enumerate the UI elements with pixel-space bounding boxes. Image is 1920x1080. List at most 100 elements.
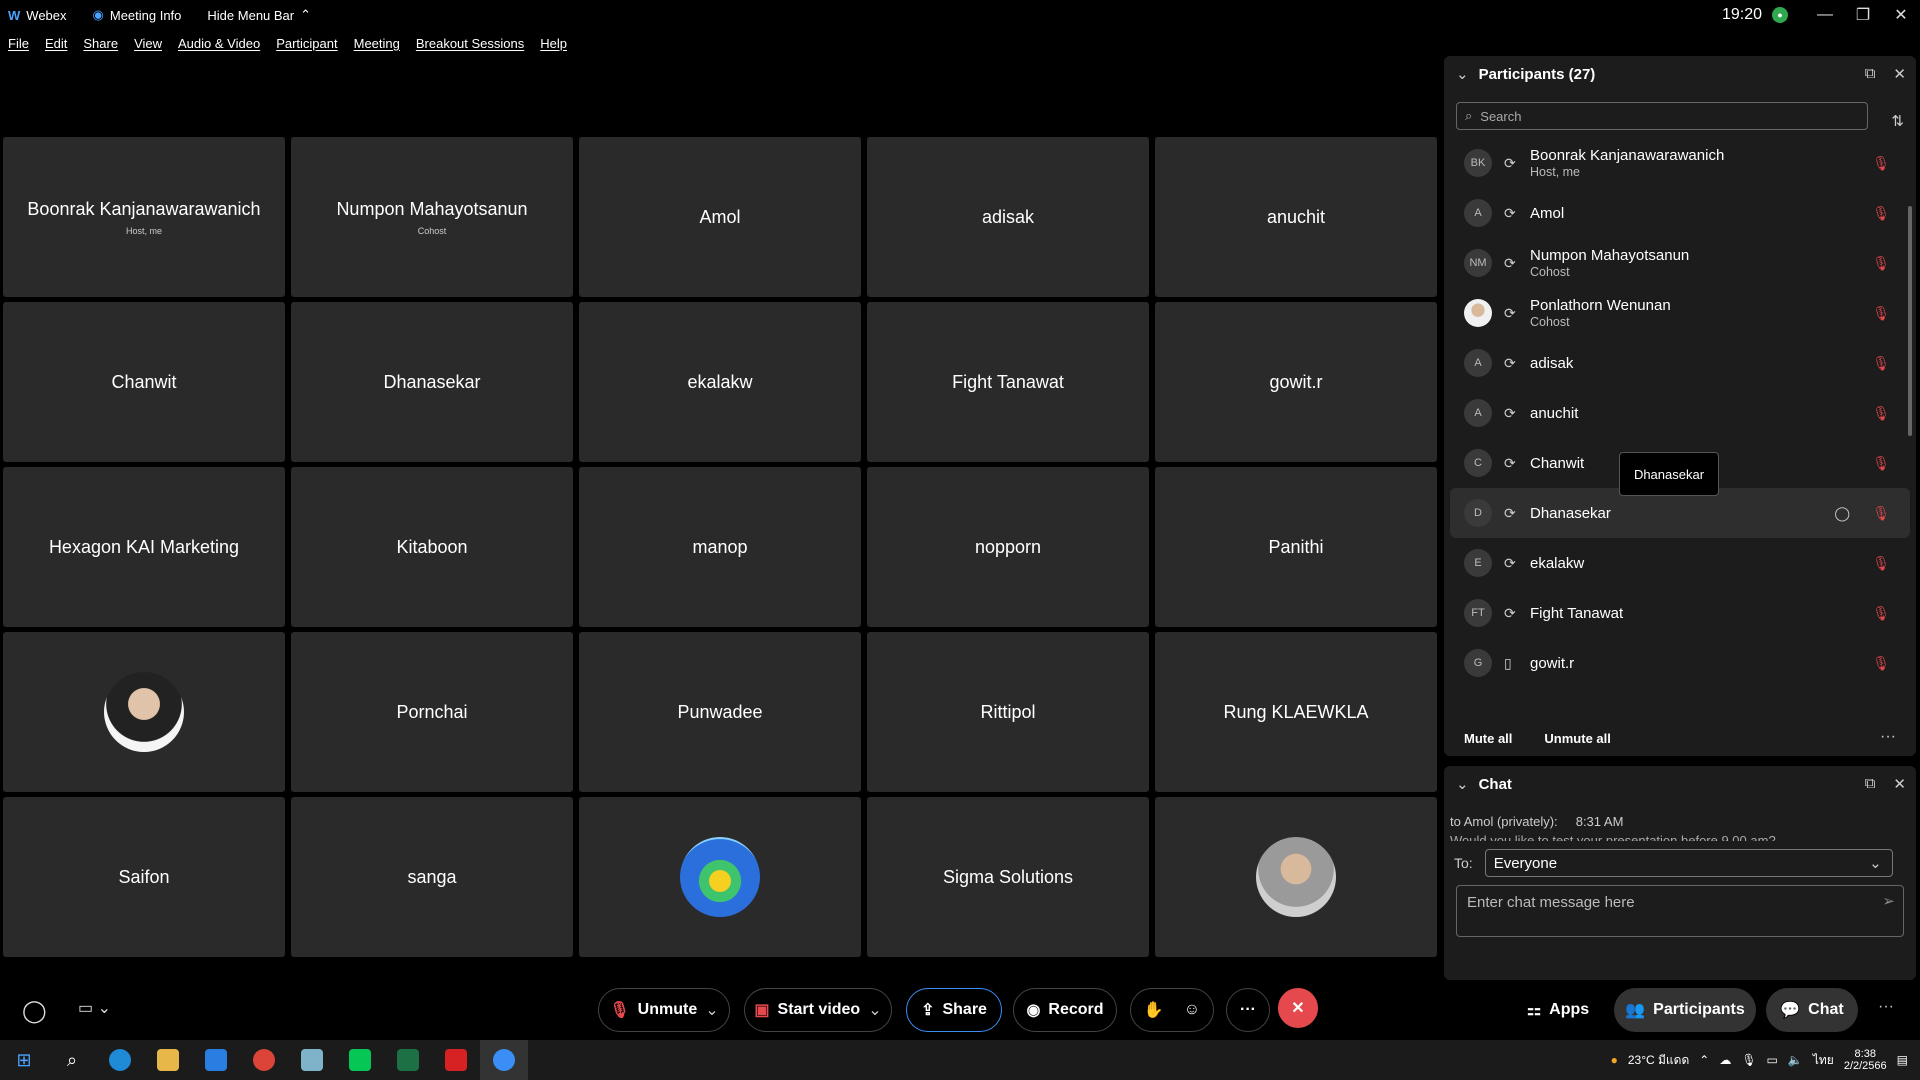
menu-breakout-sessions[interactable]: Breakout Sessions (416, 36, 524, 51)
raise-hand-icon[interactable]: ✋ (1144, 1000, 1164, 1020)
minimize-icon[interactable]: — (1810, 6, 1840, 24)
video-tile[interactable]: Boonrak Kanjanawarawanich Host, me (3, 137, 285, 297)
weather-icon[interactable]: ● (1611, 1053, 1618, 1067)
chat-bubble-icon[interactable]: ◯ (1834, 505, 1850, 522)
video-tile[interactable]: adisak (867, 137, 1149, 297)
menu-share[interactable]: Share (83, 36, 118, 51)
share-button[interactable]: ⇪ Share (906, 988, 1002, 1032)
video-tile[interactable]: Sigma Solutions (867, 797, 1149, 957)
webex-taskbar-icon[interactable] (480, 1040, 528, 1080)
send-icon[interactable]: ➢ (1882, 892, 1895, 910)
participant-row[interactable]: FT ⟳ Fight Tanawat 🎙 (1450, 588, 1910, 638)
popout-icon[interactable]: ⧉ (1865, 65, 1876, 83)
menu-view[interactable]: View (134, 36, 162, 51)
layout-icon[interactable]: ◯ (22, 998, 47, 1024)
participant-row[interactable]: G ▯ gowit.r 🎙 (1450, 638, 1910, 688)
participant-row[interactable]: A ⟳ Amol 🎙 (1450, 188, 1910, 238)
participant-row[interactable]: A ⟳ adisak 🎙 (1450, 338, 1910, 388)
mic-muted-icon[interactable]: 🎙 (1872, 155, 1890, 172)
chat-close-icon[interactable]: ✕ (1893, 775, 1906, 793)
collapse-chevron-icon[interactable]: ⌄ (1456, 65, 1469, 83)
file-explorer-icon[interactable] (144, 1040, 192, 1080)
video-tile[interactable]: Rittipol (867, 632, 1149, 792)
participants-button[interactable]: 👥 Participants (1614, 988, 1756, 1032)
restore-icon[interactable]: ❐ (1848, 5, 1878, 25)
video-chevron-icon[interactable]: ⌄ (868, 1000, 881, 1020)
video-tile[interactable]: Punwadee (579, 632, 861, 792)
mic-muted-icon[interactable]: 🎙 (1872, 655, 1890, 672)
sort-icon[interactable]: ⇅ (1891, 112, 1904, 130)
search-taskbar-icon[interactable]: ⌕ (48, 1040, 96, 1080)
video-tile[interactable]: Panithi (1155, 467, 1437, 627)
edge-icon[interactable] (96, 1040, 144, 1080)
mic-tray-icon[interactable]: 🎙 (1741, 1053, 1756, 1067)
video-tile[interactable]: Rung KLAEWKLA (1155, 632, 1437, 792)
language-indicator[interactable]: ไทย (1813, 1051, 1834, 1070)
captions-icon[interactable]: ▭ ⌄ (78, 998, 111, 1018)
unmute-all-button[interactable]: Unmute all (1544, 731, 1610, 746)
taskbar-clock[interactable]: 8:38 2/2/2566 (1844, 1048, 1887, 1072)
participant-row[interactable]: ⟳ Ponlathorn Wenunan Cohost 🎙 (1450, 288, 1910, 338)
video-tile[interactable]: Amol (579, 137, 861, 297)
participant-search[interactable]: ⌕ Search (1456, 102, 1868, 130)
mic-muted-icon[interactable]: 🎙 (1872, 205, 1890, 222)
video-tile[interactable]: Saifon (3, 797, 285, 957)
mic-muted-icon[interactable]: 🎙 (1872, 455, 1890, 472)
chat-input[interactable]: Enter chat message here ➢ (1456, 885, 1904, 937)
video-tile[interactable]: anuchit (1155, 137, 1437, 297)
video-tile[interactable]: Hexagon KAI Marketing (3, 467, 285, 627)
cloud-icon[interactable]: ☁ (1719, 1053, 1731, 1067)
video-tile[interactable] (579, 797, 861, 957)
unmute-button[interactable]: 🎙 Unmute ⌄ (598, 988, 730, 1032)
video-tile[interactable]: Dhanasekar (291, 302, 573, 462)
mic-muted-icon[interactable]: 🎙 (1872, 305, 1890, 322)
video-tile[interactable] (1155, 797, 1437, 957)
excel-icon[interactable] (384, 1040, 432, 1080)
menu-participant[interactable]: Participant (276, 36, 337, 51)
recipient-select[interactable]: Everyone ⌄ (1484, 849, 1893, 877)
menu-meeting[interactable]: Meeting (354, 36, 400, 51)
mic-muted-icon[interactable]: 🎙 (1872, 255, 1890, 272)
mic-muted-icon[interactable]: 🎙 (1872, 555, 1890, 572)
record-button[interactable]: ◉ Record (1013, 988, 1117, 1032)
acrobat-icon[interactable] (432, 1040, 480, 1080)
chat-button[interactable]: 💬 Chat (1766, 988, 1858, 1032)
more-options-icon[interactable]: ··· (1880, 728, 1896, 746)
overflow-icon[interactable]: ··· (1878, 998, 1894, 1016)
menu-help[interactable]: Help (540, 36, 567, 51)
mic-muted-icon[interactable]: 🎙 (1872, 405, 1890, 422)
close-window-icon[interactable]: ✕ (1886, 5, 1916, 25)
video-tile[interactable]: gowit.r (1155, 302, 1437, 462)
windows-start-icon[interactable]: ⊞ (0, 1040, 48, 1080)
user-status-icon[interactable]: ● (1772, 7, 1788, 23)
webex-app[interactable]: W Webex (8, 8, 67, 23)
meeting-info-button[interactable]: ◉ Meeting Info (93, 7, 182, 23)
more-actions-button[interactable]: ··· (1226, 988, 1270, 1032)
notes-icon[interactable] (288, 1040, 336, 1080)
participant-row[interactable]: BK ⟳ Boonrak Kanjanawarawanich Host, me 🎙 (1450, 138, 1910, 188)
unmute-chevron-icon[interactable]: ⌄ (705, 1000, 718, 1020)
weather-text[interactable]: 23°C มีแดด (1628, 1051, 1689, 1070)
volume-icon[interactable]: 🔈 (1788, 1053, 1803, 1067)
mic-muted-icon[interactable]: 🎙 (1872, 605, 1890, 622)
mic-muted-icon[interactable]: 🎙 (1872, 505, 1890, 522)
tray-chevron-icon[interactable]: ⌃ (1699, 1053, 1709, 1067)
video-tile[interactable]: Kitaboon (291, 467, 573, 627)
chat-collapse-chevron-icon[interactable]: ⌄ (1456, 775, 1469, 793)
menu-audio-video[interactable]: Audio & Video (178, 36, 260, 51)
line-icon[interactable] (336, 1040, 384, 1080)
close-panel-icon[interactable]: ✕ (1893, 65, 1906, 83)
leave-meeting-button[interactable]: ✕ (1278, 988, 1318, 1028)
video-tile[interactable]: Fight Tanawat (867, 302, 1149, 462)
chrome-icon[interactable] (240, 1040, 288, 1080)
network-icon[interactable]: ▭ (1767, 1053, 1778, 1067)
mute-all-button[interactable]: Mute all (1464, 731, 1512, 746)
mic-muted-icon[interactable]: 🎙 (1872, 355, 1890, 372)
video-tile[interactable]: manop (579, 467, 861, 627)
participant-row[interactable]: NM ⟳ Numpon Mahayotsanun Cohost 🎙 (1450, 238, 1910, 288)
menu-file[interactable]: File (8, 36, 29, 51)
participant-row[interactable]: E ⟳ ekalakw 🎙 (1450, 538, 1910, 588)
participant-row[interactable]: A ⟳ anuchit 🎙 (1450, 388, 1910, 438)
video-tile[interactable]: nopporn (867, 467, 1149, 627)
video-tile[interactable] (3, 632, 285, 792)
